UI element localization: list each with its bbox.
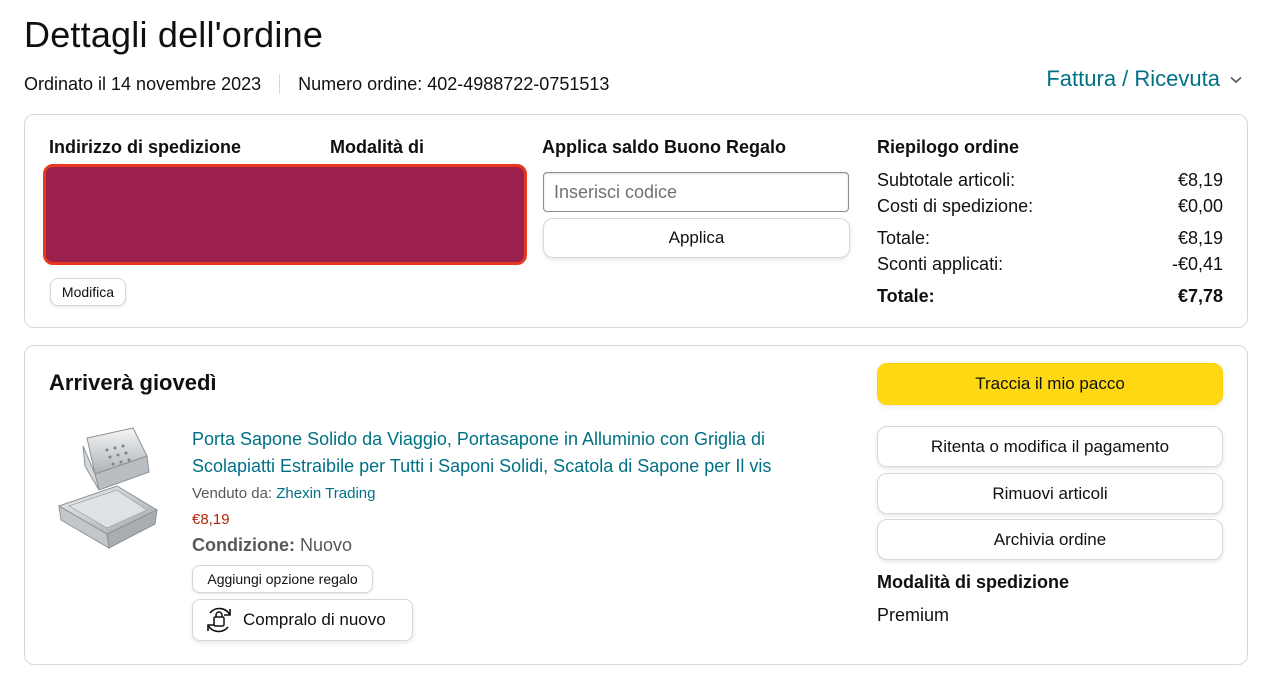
chevron-down-icon [1230, 71, 1242, 87]
summary-label: Subtotale articoli: [877, 170, 1016, 190]
sold-by: Venduto da: Zhexin Trading [192, 485, 375, 502]
summary-label: Sconti applicati: [877, 254, 1004, 274]
product-title-link[interactable]: Porta Sapone Solido da Viaggio, Portasap… [192, 426, 832, 480]
buy-again-label: Compralo di nuovo [243, 610, 386, 629]
redacted-area [43, 164, 527, 265]
summary-row-shipping: Costi di spedizione: €0,00 [877, 196, 1223, 217]
summary-row-subtotal: Subtotale articoli: €8,19 [877, 170, 1223, 191]
order-summary-box: Indirizzo di spedizione Modalità di Modi… [24, 114, 1248, 328]
track-package-button[interactable]: Traccia il mio pacco [877, 363, 1223, 405]
order-meta: Ordinato il 14 novembre 2023 Numero ordi… [24, 72, 609, 96]
buy-again-icon [201, 602, 237, 638]
add-gift-option-button[interactable]: Aggiungi opzione regalo [192, 565, 373, 593]
summary-label: Totale: [877, 228, 931, 248]
gift-code-input[interactable] [543, 172, 849, 212]
order-number: Numero ordine: 402-4988722-0751513 [298, 73, 610, 94]
apply-button[interactable]: Applica [543, 218, 850, 258]
archive-order-button[interactable]: Archivia ordine [877, 519, 1223, 560]
summary-value: €0,00 [1177, 196, 1223, 216]
shipping-method-heading: Modalità di spedizione [877, 572, 1070, 592]
shipping-address-heading: Indirizzo di spedizione [49, 137, 242, 157]
invoice-link-label[interactable]: Fattura / Ricevuta [1046, 66, 1220, 92]
summary-value: -€0,41 [1171, 254, 1223, 274]
meta-divider [279, 74, 281, 94]
shipping-method-value: Premium [877, 605, 950, 625]
condition-value: Nuovo [300, 535, 353, 555]
order-summary-heading: Riepilogo ordine [877, 137, 1019, 157]
product-condition: Condizione: Nuovo [192, 535, 352, 556]
summary-row-grand-total: Totale: €7,78 [877, 286, 1223, 307]
product-image[interactable] [55, 426, 165, 550]
summary-label: Totale: [877, 286, 935, 306]
summary-value: €8,19 [1177, 228, 1223, 248]
condition-label: Condizione: [192, 535, 295, 555]
summary-value: €7,78 [1177, 286, 1223, 306]
invoice-dropdown[interactable]: Fattura / Ricevuta [1046, 66, 1242, 92]
summary-value: €8,19 [1177, 170, 1223, 190]
buy-again-button[interactable]: Compralo di nuovo [192, 599, 413, 641]
product-price: €8,19 [192, 511, 230, 528]
edit-button[interactable]: Modifica [50, 278, 126, 306]
retry-payment-button[interactable]: Ritenta o modifica il pagamento [877, 426, 1223, 467]
sold-by-label: Venduto da: [192, 485, 273, 502]
order-date: Ordinato il 14 novembre 2023 [24, 73, 262, 94]
arrival-heading: Arriverà giovedì [49, 370, 217, 395]
gift-card-heading: Applica saldo Buono Regalo [542, 137, 787, 157]
remove-items-button[interactable]: Rimuovi articoli [877, 473, 1223, 514]
shipment-box: Arriverà giovedì Porta Sapone Solido da … [24, 345, 1248, 665]
seller-link[interactable]: Zhexin Trading [276, 485, 375, 502]
payment-method-heading: Modalità di [330, 137, 424, 157]
summary-row-total: Totale: €8,19 [877, 228, 1223, 249]
page-title: Dettagli dell'ordine [24, 14, 324, 55]
summary-row-discount: Sconti applicati: -€0,41 [877, 254, 1223, 275]
summary-label: Costi di spedizione: [877, 196, 1034, 216]
